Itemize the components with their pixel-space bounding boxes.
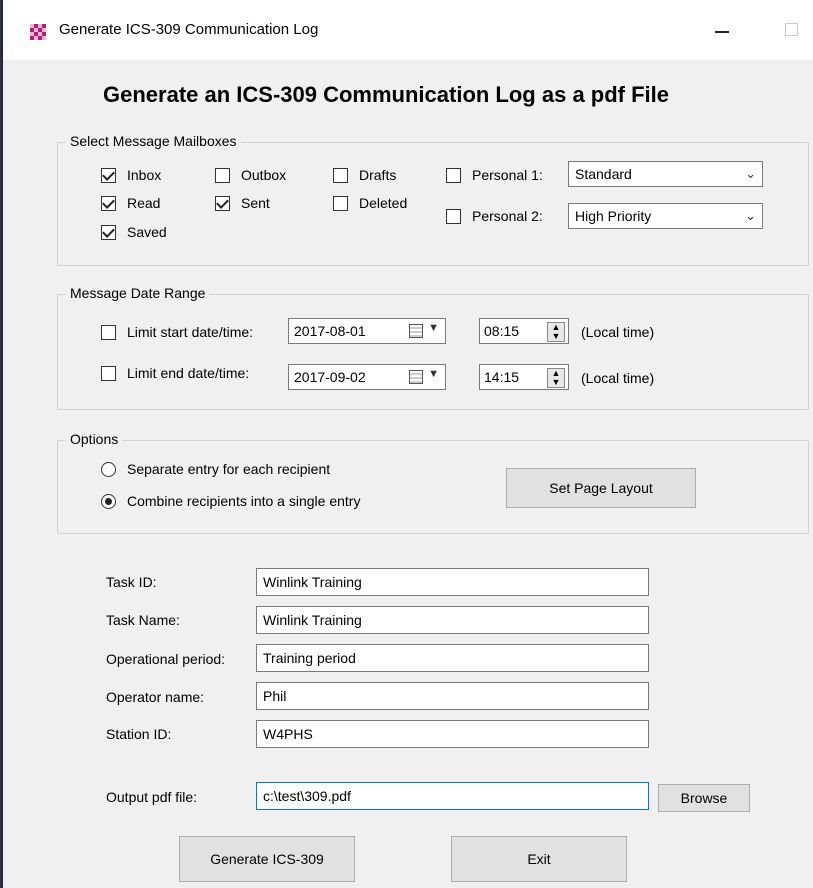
operational-period-input[interactable]: Training period — [256, 644, 649, 672]
task-name-value: Winlink Training — [263, 612, 362, 628]
personal1-value: Standard — [575, 166, 632, 182]
end-time-input[interactable]: 14:15 ▲ ▼ — [479, 364, 569, 390]
calendar-icon — [409, 370, 423, 384]
page-heading: Generate an ICS-309 Communication Log as… — [103, 82, 670, 107]
task-id-value: Winlink Training — [263, 574, 362, 590]
maximize-button[interactable] — [771, 15, 811, 45]
output-pdf-input[interactable]: c:\test\309.pdf — [256, 782, 649, 810]
task-name-label: Task Name: — [106, 612, 180, 628]
read-label: Read — [127, 195, 161, 211]
start-time-value: 08:15 — [484, 323, 520, 339]
options-group: Options — [57, 431, 809, 534]
personal2-checkbox[interactable] — [446, 209, 461, 224]
deleted-checkbox[interactable] — [333, 196, 348, 211]
separate-entry-label: Separate entry for each recipient — [127, 461, 331, 477]
sent-checkbox[interactable] — [215, 196, 230, 211]
spinner-icon[interactable]: ▲ ▼ — [547, 368, 565, 388]
read-checkbox[interactable] — [101, 196, 116, 211]
output-pdf-label: Output pdf file: — [106, 789, 198, 805]
app-window: Generate ICS-309 Communication Log Gener… — [3, 0, 813, 888]
limit-end-label: Limit end date/time: — [127, 365, 250, 381]
minimize-button[interactable] — [703, 15, 743, 45]
end-local-time-note: (Local time) — [581, 370, 655, 386]
drafts-label: Drafts — [359, 167, 397, 183]
separate-entry-radio[interactable] — [101, 462, 116, 477]
start-time-input[interactable]: 08:15 ▲ ▼ — [479, 318, 569, 344]
task-name-input[interactable]: Winlink Training — [256, 606, 649, 634]
calendar-icon — [409, 324, 423, 338]
set-page-layout-button[interactable]: Set Page Layout — [506, 468, 696, 508]
task-id-label: Task ID: — [106, 574, 157, 590]
personal2-value: High Priority — [575, 208, 652, 224]
generate-ics309-button[interactable]: Generate ICS-309 — [179, 836, 355, 882]
inbox-label: Inbox — [127, 167, 162, 183]
personal2-label: Personal 2: — [472, 208, 543, 224]
drafts-checkbox[interactable] — [333, 168, 348, 183]
end-date-value: 2017-09-02 — [294, 369, 366, 385]
start-date-picker[interactable]: 2017-08-01 ▼ — [288, 318, 446, 344]
limit-start-label: Limit start date/time: — [127, 324, 254, 340]
personal1-dropdown[interactable]: Standard ⌄ — [568, 161, 763, 187]
caret-down-icon: ▼ — [428, 322, 439, 334]
operator-name-input[interactable]: Phil — [256, 682, 649, 710]
sent-label: Sent — [241, 195, 270, 211]
station-id-value: W4PHS — [263, 726, 313, 742]
window-title: Generate ICS-309 Communication Log — [59, 21, 319, 38]
date-range-group: Message Date Range — [57, 285, 809, 410]
outbox-checkbox[interactable] — [215, 168, 230, 183]
spinner-icon[interactable]: ▲ ▼ — [547, 322, 565, 342]
station-id-label: Station ID: — [106, 726, 172, 742]
limit-end-checkbox[interactable] — [101, 366, 116, 381]
personal2-dropdown[interactable]: High Priority ⌄ — [568, 203, 763, 229]
operational-period-value: Training period — [263, 650, 356, 666]
personal1-label: Personal 1: — [472, 167, 543, 183]
task-id-input[interactable]: Winlink Training — [256, 568, 649, 596]
saved-checkbox[interactable] — [101, 225, 116, 240]
chevron-down-icon: ⌄ — [745, 166, 756, 181]
saved-label: Saved — [127, 224, 167, 240]
operational-period-label: Operational period: — [106, 651, 226, 667]
date-range-group-label: Message Date Range — [66, 285, 210, 301]
start-date-value: 2017-08-01 — [294, 323, 366, 339]
chevron-down-icon: ⌄ — [745, 208, 756, 223]
limit-start-checkbox[interactable] — [101, 325, 116, 340]
outbox-label: Outbox — [241, 167, 287, 183]
end-date-picker[interactable]: 2017-09-02 ▼ — [288, 364, 446, 390]
title-bar[interactable]: Generate ICS-309 Communication Log — [3, 0, 813, 60]
mailboxes-group-label: Select Message Mailboxes — [66, 133, 241, 149]
app-icon — [30, 24, 46, 40]
combine-recipients-radio[interactable] — [101, 494, 116, 509]
operator-name-label: Operator name: — [106, 689, 205, 705]
exit-button[interactable]: Exit — [451, 836, 627, 882]
options-group-label: Options — [66, 431, 123, 447]
start-local-time-note: (Local time) — [581, 324, 655, 340]
browse-button[interactable]: Browse — [658, 784, 750, 812]
station-id-input[interactable]: W4PHS — [256, 720, 649, 748]
operator-name-value: Phil — [263, 688, 287, 704]
combine-recipients-label: Combine recipients into a single entry — [127, 493, 361, 509]
caret-down-icon: ▼ — [428, 368, 439, 380]
output-pdf-value: c:\test\309.pdf — [263, 788, 351, 804]
end-time-value: 14:15 — [484, 369, 520, 385]
deleted-label: Deleted — [359, 195, 408, 211]
personal1-checkbox[interactable] — [446, 168, 461, 183]
inbox-checkbox[interactable] — [101, 168, 116, 183]
